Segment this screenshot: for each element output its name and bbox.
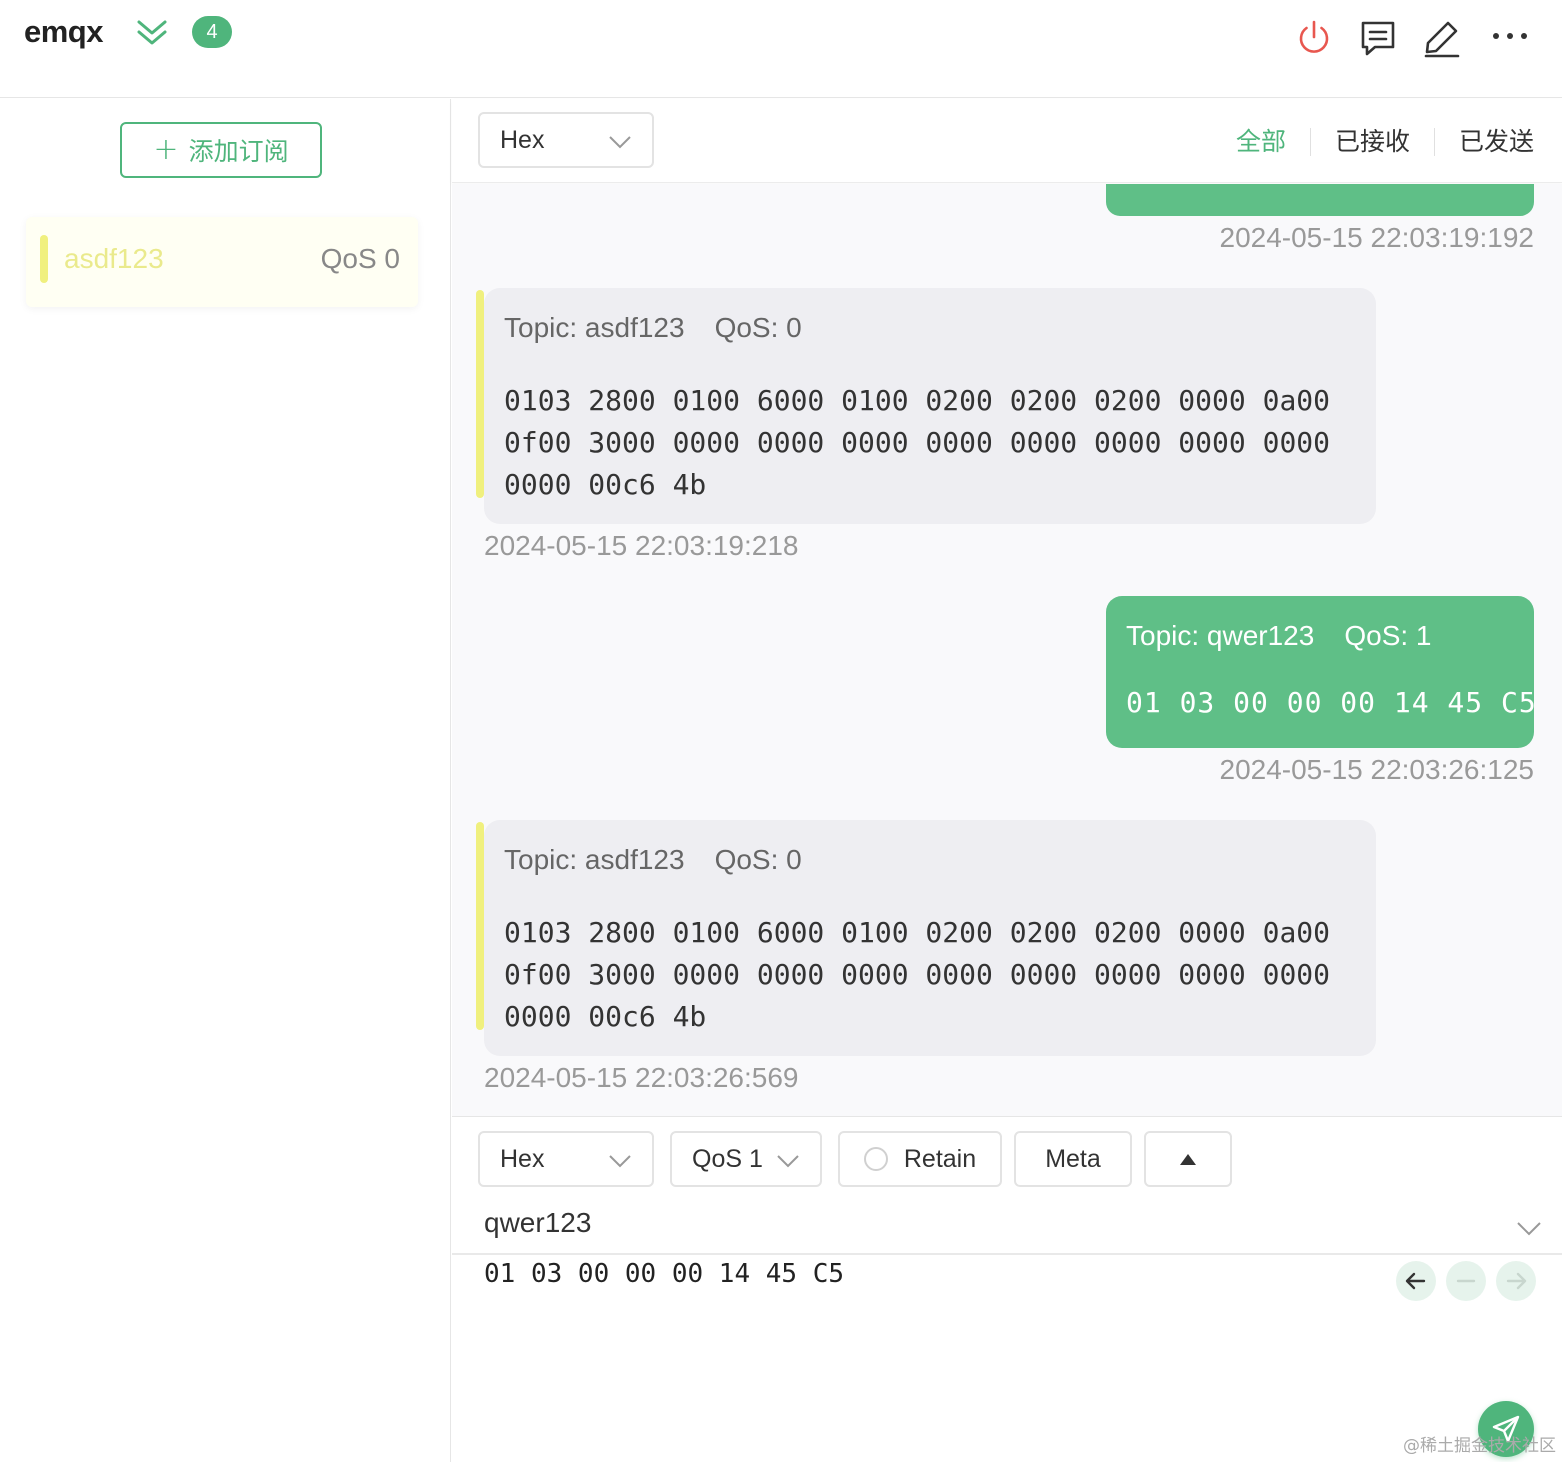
sent-message-bubble: Topic: qwer123 QoS: 1 01 03 00 00 00 14 4… [1106,596,1537,748]
sent-message-bubble [1106,184,1534,216]
message-time: 2024-05-15 22:03:26:569 [484,1062,799,1093]
publish-qos-select[interactable]: QoS 1 [670,1131,822,1187]
publish-format-select[interactable]: Hex [478,1131,654,1187]
script-button[interactable] [1358,18,1398,58]
double-chevron-down-icon[interactable] [136,18,168,48]
message-list[interactable]: 2024-05-15 22:03:19:192 Topic: asdf123 Qo… [452,184,1562,1116]
more-options-button[interactable] [1490,18,1530,58]
message-qos: QoS: 0 [714,844,802,875]
publish-format-value: Hex [500,1144,545,1173]
message-time: 2024-05-15 22:03:26:125 [1219,754,1535,785]
plus-icon: + [153,132,179,167]
subscriptions-sidebar: + 添加订阅 asdf123 QoS 0 [0,99,451,1462]
connection-header: emqx 4 [0,0,1562,98]
meta-button[interactable]: Meta [1014,1131,1132,1187]
message-filter-tabs: 全部 已接收 已发送 [1212,127,1534,157]
edit-connection-button[interactable] [1422,18,1462,58]
watermark: @稀土掘金技术社区 [1403,1436,1556,1456]
payload-format-select[interactable]: Hex [478,112,654,168]
tab-all[interactable]: 全部 [1212,127,1310,157]
message-meta: Topic: asdf123 QoS: 0 [504,844,802,876]
chevron-down-icon[interactable] [1516,1215,1542,1241]
add-subscription-label: 添加订阅 [188,137,289,166]
chevron-down-icon [609,136,631,149]
message-payload: 0103 2800 0100 6000 0100 0200 0200 0200 … [504,384,1331,501]
arrow-left-icon [1405,1272,1426,1290]
subscription-item[interactable]: asdf123 QoS 0 [26,217,418,307]
retain-radio-icon [863,1147,888,1171]
messages-toolbar: Hex 全部 已接收 已发送 [452,99,1562,183]
message-meta: Topic: asdf123 QoS: 0 [504,312,802,344]
tab-received[interactable]: 已接收 [1311,127,1434,157]
subscription-color-bar [40,235,48,283]
publish-qos-value: QoS 1 [692,1144,763,1173]
history-previous-button[interactable] [1396,1261,1436,1301]
add-subscription-button[interactable]: + 添加订阅 [120,122,322,178]
power-icon [1299,20,1329,53]
chevron-down-icon [777,1155,799,1168]
history-next-button[interactable] [1496,1261,1536,1301]
message-qos: QoS: 1 [1344,620,1432,651]
retain-label: Retain [903,1144,977,1173]
message-topic: Topic: qwer123 [1126,620,1315,651]
history-clear-button[interactable] [1446,1261,1486,1301]
edit-icon [1424,21,1460,58]
arrow-right-icon [1506,1272,1527,1290]
publish-payload-editor[interactable]: 01 03 00 00 00 14 45 C5 [484,1259,844,1289]
message-topic: Topic: asdf123 [504,844,685,875]
message-payload: 01 03 00 00 00 14 45 C5 [1126,686,1537,719]
received-message-color-bar [476,290,484,498]
retain-checkbox[interactable]: Retain [838,1131,1002,1187]
divider [452,1253,1562,1255]
disconnect-button[interactable] [1294,18,1334,58]
caret-up-icon [1180,1153,1196,1165]
message-time: 2024-05-15 22:03:19:218 [484,530,799,561]
message-time: 2024-05-15 22:03:19:192 [1219,222,1535,253]
subscription-qos: QoS 0 [320,243,400,274]
chevron-down-icon [609,1155,631,1168]
message-payload: 0103 2800 0100 6000 0100 0200 0200 0200 … [504,916,1331,1033]
message-topic: Topic: asdf123 [504,312,685,343]
payload-format-value: Hex [500,125,545,154]
minus-icon [1456,1279,1476,1283]
meta-label: Meta [1045,1144,1101,1173]
received-message-color-bar [476,822,484,1030]
connection-name: emqx [24,14,103,49]
publish-topic-input[interactable]: qwer123 [484,1207,591,1239]
publish-panel: Hex QoS 1 Retain Meta qwer123 01 03 00 0… [452,1116,1562,1462]
more-icon [1493,33,1527,39]
message-icon [1361,21,1395,56]
message-qos: QoS: 0 [714,312,802,343]
received-message-bubble: Topic: asdf123 QoS: 0 0103 2800 0100 6000… [484,820,1376,1056]
message-count-badge: 4 [192,16,232,48]
expand-button[interactable] [1144,1131,1232,1187]
subscription-topic: asdf123 [64,243,164,274]
message-meta: Topic: qwer123 QoS: 1 [1126,620,1432,652]
received-message-bubble: Topic: asdf123 QoS: 0 0103 2800 0100 6000… [484,288,1376,524]
tab-sent[interactable]: 已发送 [1435,127,1534,157]
